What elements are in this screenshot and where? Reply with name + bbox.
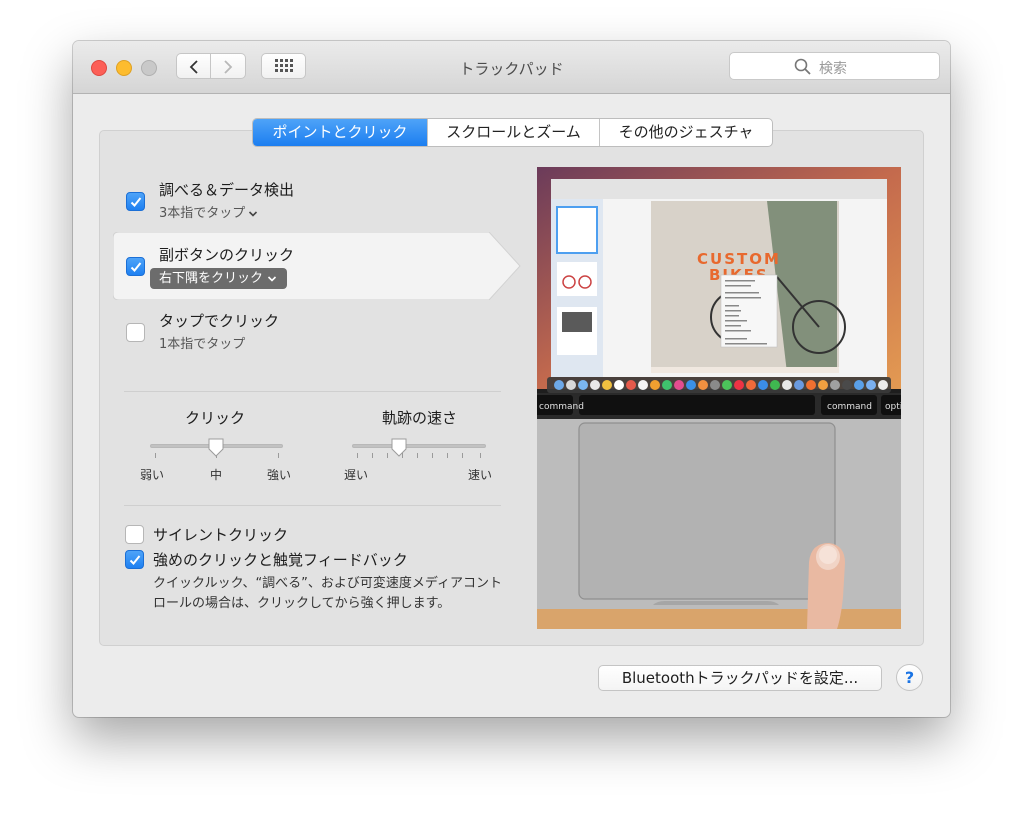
tab-scroll-and-zoom[interactable]: スクロールとズーム: [427, 119, 599, 146]
tracking-tick: [357, 453, 358, 458]
titlebar: トラックパッド 検索: [73, 41, 950, 94]
click-slider-title: クリック: [184, 409, 245, 427]
tracking-tick: [372, 453, 373, 458]
tracking-tick: [480, 453, 481, 458]
lookup-checkbox[interactable]: [126, 192, 145, 211]
preview-illustration: CUSTOM BIKES: [537, 167, 901, 629]
tap-to-click-gesture: 1本指でタップ: [159, 337, 246, 352]
force-click-label: 強めのクリックと触覚フィードバック: [153, 551, 408, 569]
lookup-label: 調べる＆データ検出: [159, 181, 295, 199]
checkmark-icon: [130, 262, 142, 272]
search-icon: [794, 58, 811, 75]
click-mid-label: 中: [210, 468, 223, 482]
lookup-gesture-menu[interactable]: 3本指でタップ: [159, 202, 258, 221]
click-max-label: 強い: [267, 468, 292, 482]
help-button[interactable]: ?: [896, 664, 923, 691]
search-placeholder: 検索: [819, 61, 847, 77]
tracking-slider-thumb[interactable]: [390, 438, 408, 458]
silent-click-checkbox[interactable]: [125, 525, 144, 544]
chevron-down-icon: [267, 275, 277, 282]
secondary-click-label: 副ボタンのクリック: [159, 246, 295, 264]
lookup-gesture-value: 3本指でタップ: [159, 206, 246, 221]
secondary-click-checkbox[interactable]: [126, 257, 145, 276]
search-field[interactable]: 検索: [729, 52, 940, 80]
tracking-min-label: 遅い: [344, 468, 369, 482]
secondary-click-popup[interactable]: 右下隅をクリック: [150, 268, 288, 289]
force-click-checkbox[interactable]: [125, 550, 144, 569]
click-slider-thumb[interactable]: [207, 438, 225, 458]
key-command-left: command: [539, 402, 584, 412]
key-option-right: opti: [885, 402, 901, 412]
tracking-tick: [447, 453, 448, 458]
tab-more-gestures[interactable]: その他のジェスチャ: [599, 119, 772, 146]
secondary-click-value: 右下隅をクリック: [159, 271, 264, 286]
tracking-tick: [462, 453, 463, 458]
trackpad-preferences-window: トラックパッド 検索 ポイントとクリック スクロールとズーム その他のジェスチャ…: [73, 41, 950, 717]
click-tick: [278, 453, 279, 458]
tracking-tick: [432, 453, 433, 458]
tracking-tick: [417, 453, 418, 458]
separator: [124, 391, 501, 392]
click-min-label: 弱い: [140, 468, 165, 482]
gesture-preview-video: CUSTOM BIKES: [537, 167, 901, 629]
click-tick: [155, 453, 156, 458]
chevron-down-icon: [249, 210, 258, 217]
silent-click-label: サイレントクリック: [153, 526, 289, 544]
selected-option-highlight: [113, 232, 521, 300]
tracking-max-label: 速い: [468, 468, 493, 482]
checkmark-icon: [130, 197, 142, 207]
tracking-tick: [387, 453, 388, 458]
tab-bar: ポイントとクリック スクロールとズーム その他のジェスチャ: [252, 118, 773, 147]
force-click-description: クイックルック、“調べる”、および可変速度メディアコントロールの場合は、クリック…: [153, 576, 503, 611]
tap-to-click-checkbox[interactable]: [126, 323, 145, 342]
checkmark-icon: [129, 555, 141, 565]
key-command-right: command: [827, 402, 872, 412]
tracking-slider-title: 軌跡の速さ: [381, 409, 457, 427]
setup-bluetooth-trackpad-button[interactable]: Bluetoothトラックパッドを設定...: [598, 665, 882, 691]
tracking-slider-track[interactable]: [352, 444, 486, 448]
tap-to-click-label: タップでクリック: [159, 312, 280, 330]
separator: [124, 505, 501, 506]
tab-point-and-click[interactable]: ポイントとクリック: [253, 119, 427, 146]
